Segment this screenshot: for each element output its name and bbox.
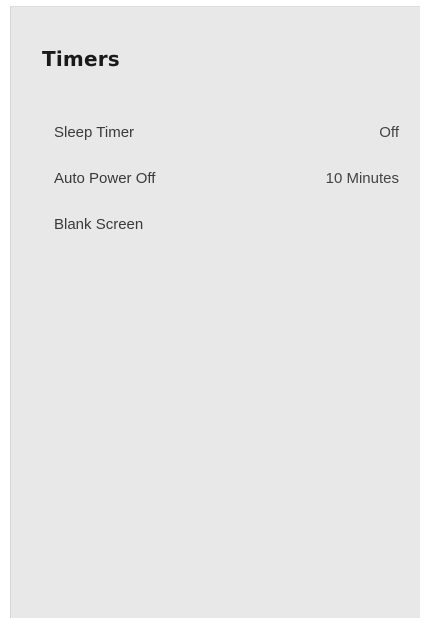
settings-screen: Timers Sleep Timer Off Auto Power Off 10… xyxy=(0,0,428,618)
menu-item-sleep-timer[interactable]: Sleep Timer Off xyxy=(42,109,399,155)
menu-item-blank-screen[interactable]: Blank Screen xyxy=(42,201,399,247)
menu-item-value: Off xyxy=(379,123,399,141)
menu-item-auto-power-off[interactable]: Auto Power Off 10 Minutes xyxy=(42,155,399,201)
timers-menu: Sleep Timer Off Auto Power Off 10 Minute… xyxy=(42,109,399,247)
page-title: Timers xyxy=(42,47,120,71)
menu-item-value: 10 Minutes xyxy=(325,169,399,187)
menu-item-label: Auto Power Off xyxy=(54,169,156,187)
menu-item-label: Blank Screen xyxy=(54,215,144,233)
menu-item-label: Sleep Timer xyxy=(54,123,135,141)
timers-panel: Timers Sleep Timer Off Auto Power Off 10… xyxy=(10,6,420,618)
